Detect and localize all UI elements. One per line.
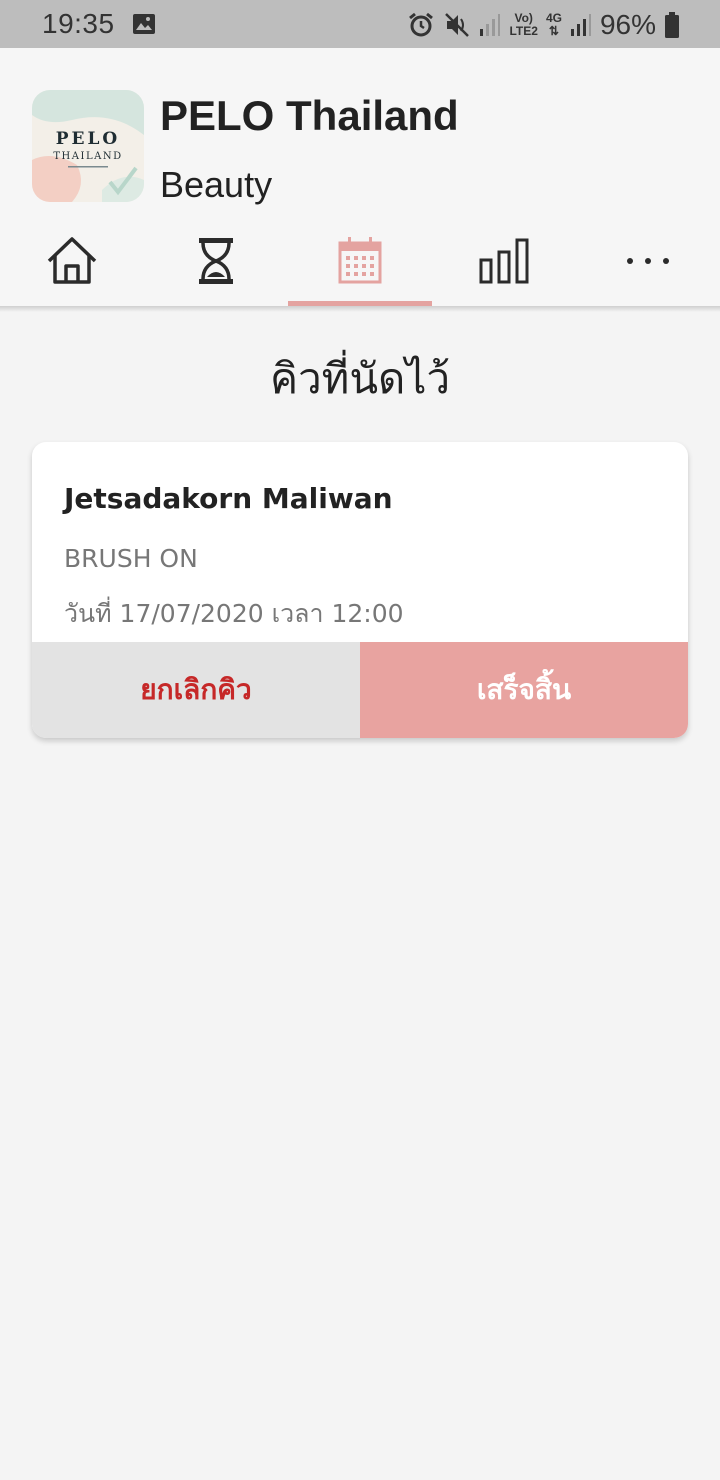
appointment-datetime: วันที่ 17/07/2020 เวลา 12:00 [64, 599, 404, 628]
signal-icon [479, 13, 501, 37]
cancel-queue-button[interactable]: ยกเลิกคิว [32, 642, 360, 738]
tab-stats[interactable] [432, 230, 576, 306]
tab-home[interactable] [0, 230, 144, 306]
app-title: PELO Thailand [160, 92, 459, 139]
tab-more[interactable] [576, 230, 720, 306]
status-time: 19:35 [42, 8, 115, 39]
data-arrows-icon: ⇅ [548, 24, 559, 38]
customer-name: Jetsadakorn Maliwan [64, 482, 393, 515]
page-title: คิวที่นัดไว้ [269, 354, 451, 403]
tab-queue[interactable] [144, 230, 288, 306]
logo-text-pelo: PELO [56, 129, 121, 149]
gallery-icon [132, 13, 156, 39]
lte-label: LTE2 [509, 24, 538, 38]
4g-label: 4G [545, 11, 562, 25]
calendar-icon [333, 234, 387, 306]
volte-indicator: Vo) LTE2 [509, 12, 537, 38]
status-bar: 19:35 Vo) LTE2 4G ⇅ 96% [0, 0, 720, 48]
alarm-icon [407, 11, 435, 39]
app-header: PELO THAILAND PELO Thailand Beauty [0, 48, 720, 306]
signal-icon [570, 13, 592, 37]
bar-chart-icon [477, 234, 531, 306]
app-logo: PELO THAILAND [32, 90, 144, 202]
network-4g-indicator: 4G ⇅ [546, 12, 562, 38]
more-icon [621, 234, 675, 306]
home-icon [45, 234, 99, 306]
app-category: Beauty [160, 164, 273, 205]
appointment-card: Jetsadakorn Maliwan BRUSH ON วันที่ 17/0… [32, 442, 688, 738]
battery-icon [664, 11, 680, 39]
battery-percent: 96% [599, 9, 656, 40]
header-divider [0, 306, 720, 312]
volte-label: Vo) [514, 11, 533, 25]
hourglass-icon [189, 234, 243, 306]
logo-text-thailand: THAILAND [53, 151, 122, 162]
mute-icon [443, 11, 471, 39]
complete-button[interactable]: เสร็จสิ้น [360, 642, 688, 738]
tab-bar [0, 230, 720, 306]
service-name: BRUSH ON [64, 544, 198, 573]
tab-appointments[interactable] [288, 230, 432, 306]
card-actions: ยกเลิกคิว เสร็จสิ้น [32, 642, 688, 738]
